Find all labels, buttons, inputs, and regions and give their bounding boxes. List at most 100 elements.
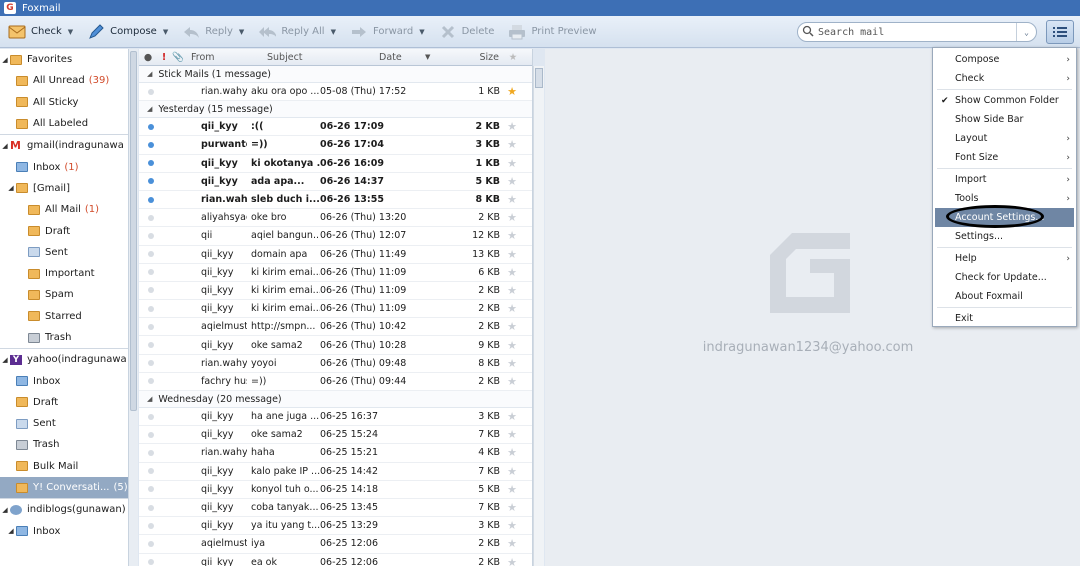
star-icon[interactable]: ★ bbox=[500, 229, 524, 242]
read-status[interactable] bbox=[139, 214, 163, 221]
account-gmail[interactable]: ◢ M gmail(indragunawa bbox=[0, 135, 128, 156]
read-status[interactable] bbox=[139, 413, 163, 420]
star-icon[interactable]: ★ bbox=[500, 284, 524, 297]
favorites-node[interactable]: ◢ Favorites bbox=[0, 49, 128, 70]
star-icon[interactable]: ★ bbox=[500, 120, 524, 133]
message-row[interactable]: qii_kyy ha ane juga ... 06-25 16:37 3 KB ★ bbox=[139, 408, 532, 427]
star-icon[interactable]: ★ bbox=[500, 537, 524, 550]
search-box[interactable]: Search mail ⌄ bbox=[797, 22, 1037, 42]
size-column-header[interactable]: Size bbox=[437, 52, 499, 63]
message-row[interactable]: qii_kyy coba tanyak... 06-25 13:45 7 KB ★ bbox=[139, 499, 532, 518]
read-status[interactable] bbox=[139, 88, 163, 95]
message-row[interactable]: qii_kyy ya itu yang t... 06-25 13:29 3 KB ★ bbox=[139, 517, 532, 536]
message-row[interactable]: rian.wahyou yoyoi 06-26 (Thu) 09:48 8 KB★ bbox=[139, 355, 532, 373]
message-row[interactable]: aliyahsyadi11 oke bro 06-26 (Thu) 13:20 2 K… bbox=[139, 209, 532, 228]
star-icon[interactable]: ★ bbox=[500, 157, 524, 170]
folder-spam[interactable]: Spam bbox=[0, 284, 128, 305]
menu-import[interactable]: Import › bbox=[933, 170, 1076, 189]
account-indiblogs[interactable]: ◢ indiblogs(gunawan) bbox=[0, 499, 128, 520]
folder-all-unread[interactable]: All Unread (39) bbox=[0, 70, 128, 91]
menu-help[interactable]: Help › bbox=[933, 249, 1076, 268]
star-icon[interactable]: ★ bbox=[500, 175, 524, 188]
message-row[interactable]: qii_kyy:((06-26 17:09 2 KB ★ bbox=[139, 118, 532, 137]
star-icon[interactable]: ★ bbox=[500, 339, 524, 352]
star-icon[interactable]: ★ bbox=[500, 211, 524, 224]
chevron-down-icon[interactable]: ⌄ bbox=[1016, 23, 1036, 41]
account-yahoo[interactable]: ◢ Y yahoo(indragunawa bbox=[0, 349, 128, 370]
message-row[interactable]: rian.wahyu aku ora opo ...05-08 (Thu) 17:… bbox=[139, 83, 532, 102]
read-status-icon[interactable]: ● bbox=[139, 52, 157, 63]
message-row[interactable]: qii_kyy domain apa 06-26 (Thu) 11:49 13 KB ★ bbox=[139, 246, 532, 264]
scrollbar-thumb[interactable] bbox=[130, 51, 137, 411]
read-status[interactable] bbox=[139, 522, 163, 529]
message-row[interactable]: qii_kyy ada apa... 06-26 14:37 5 KB ★ bbox=[139, 173, 532, 191]
read-status[interactable] bbox=[139, 123, 163, 130]
menu-show-common-folder[interactable]: ✔ Show Common Folder bbox=[933, 91, 1076, 110]
star-icon[interactable]: ★ bbox=[500, 375, 524, 388]
message-row[interactable]: qii_kyy oke sama2 06-25 15:24 7 KB ★ bbox=[139, 426, 532, 445]
folder-y-conversations[interactable]: Y! Conversati... (5) bbox=[0, 476, 128, 499]
message-row[interactable]: qii_kyy ki kirim emai... 06-26 (Thu) 11:09… bbox=[139, 264, 532, 282]
message-row[interactable]: rian.wahyu sleb duch i...06-26 13:55 8 KB★ bbox=[139, 191, 532, 210]
read-status[interactable] bbox=[139, 287, 163, 294]
folder-draft[interactable]: Draft bbox=[0, 392, 128, 413]
star-icon[interactable]: ★ bbox=[500, 357, 524, 370]
read-status[interactable] bbox=[139, 486, 163, 493]
collapse-icon[interactable]: ◢ bbox=[0, 356, 10, 364]
from-column-header[interactable]: From bbox=[185, 52, 267, 63]
priority-icon[interactable]: ! bbox=[157, 52, 171, 63]
group-header[interactable]: ◢ Stick Mails (1 message) bbox=[139, 66, 532, 83]
collapse-icon[interactable]: ◢ bbox=[6, 184, 16, 192]
read-status[interactable] bbox=[139, 269, 163, 276]
collapse-icon[interactable]: ◢ bbox=[147, 70, 152, 78]
main-menu-button[interactable] bbox=[1046, 20, 1074, 44]
message-row[interactable]: qii_kyy konyol tuh o... 06-25 14:18 5 KB ★ bbox=[139, 481, 532, 499]
subject-column-header[interactable]: Subject bbox=[267, 52, 379, 63]
chevron-down-icon[interactable]: ▼ bbox=[419, 28, 424, 36]
read-status[interactable] bbox=[139, 178, 163, 185]
read-status[interactable] bbox=[139, 559, 163, 566]
read-status[interactable] bbox=[139, 251, 163, 258]
check-button[interactable]: Check ▼ bbox=[0, 16, 79, 48]
read-status[interactable] bbox=[139, 431, 163, 438]
star-icon[interactable]: ★ bbox=[500, 138, 524, 151]
star-icon[interactable]: ★ bbox=[500, 556, 524, 566]
folder-sent[interactable]: Sent bbox=[0, 413, 128, 434]
folder-sent[interactable]: Sent bbox=[0, 242, 128, 263]
compose-button[interactable]: Compose ▼ bbox=[79, 16, 174, 48]
star-icon[interactable]: ★ bbox=[500, 266, 524, 279]
star-icon[interactable]: ★ bbox=[500, 519, 524, 532]
read-status[interactable] bbox=[139, 342, 163, 349]
reply-all-button[interactable]: Reply All ▼ bbox=[250, 16, 342, 48]
collapse-icon[interactable]: ◢ bbox=[0, 506, 10, 514]
message-row[interactable]: qii_kyy ki kirim emai... 06-26 (Thu) 11:09… bbox=[139, 282, 532, 301]
chevron-down-icon[interactable]: ▼ bbox=[68, 28, 73, 36]
attachment-icon[interactable]: 📎 bbox=[171, 52, 185, 63]
print-preview-button[interactable]: Print Preview bbox=[500, 16, 602, 48]
star-icon[interactable]: ★ bbox=[500, 410, 524, 423]
star-icon[interactable]: ★ bbox=[500, 85, 524, 98]
message-row[interactable]: aqielmustofa12 iya 06-25 12:06 2 KB★ bbox=[139, 535, 532, 554]
read-status[interactable] bbox=[139, 305, 163, 312]
message-row[interactable]: rian.wahyu haha 06-25 15:21 4 KB★ bbox=[139, 444, 532, 463]
sidebar-scrollbar[interactable] bbox=[128, 49, 138, 566]
scrollbar-thumb[interactable] bbox=[535, 68, 543, 88]
message-row[interactable]: fachry husen =)) 06-26 (Thu) 09:44 2 KB★ bbox=[139, 373, 532, 391]
folder-inbox[interactable]: ◢ Inbox bbox=[0, 521, 128, 542]
read-status[interactable] bbox=[139, 378, 163, 385]
folder-gmail[interactable]: ◢ [Gmail] bbox=[0, 178, 128, 199]
read-status[interactable] bbox=[139, 449, 163, 456]
menu-exit[interactable]: Exit bbox=[933, 309, 1076, 328]
message-row[interactable]: aqielmustofa12 http://smpn... 06-26 (Thu) … bbox=[139, 318, 532, 337]
message-row[interactable]: qii_kyy oke sama2 06-26 (Thu) 10:28 9 KB ★ bbox=[139, 336, 532, 355]
star-icon[interactable]: ★ bbox=[500, 446, 524, 459]
message-row[interactable]: qii_kyy kalo pake IP ... 06-25 14:42 7 KB ★ bbox=[139, 463, 532, 481]
star-icon[interactable]: ★ bbox=[500, 483, 524, 496]
group-header[interactable]: ◢ Yesterday (15 message) bbox=[139, 101, 532, 119]
folder-all-mail[interactable]: All Mail (1) bbox=[0, 199, 128, 220]
read-status[interactable] bbox=[139, 141, 163, 148]
folder-bulk-mail[interactable]: Bulk Mail bbox=[0, 456, 128, 477]
menu-about[interactable]: About Foxmail bbox=[933, 287, 1076, 306]
read-status[interactable] bbox=[139, 232, 163, 239]
menu-check[interactable]: Check › bbox=[933, 69, 1076, 88]
